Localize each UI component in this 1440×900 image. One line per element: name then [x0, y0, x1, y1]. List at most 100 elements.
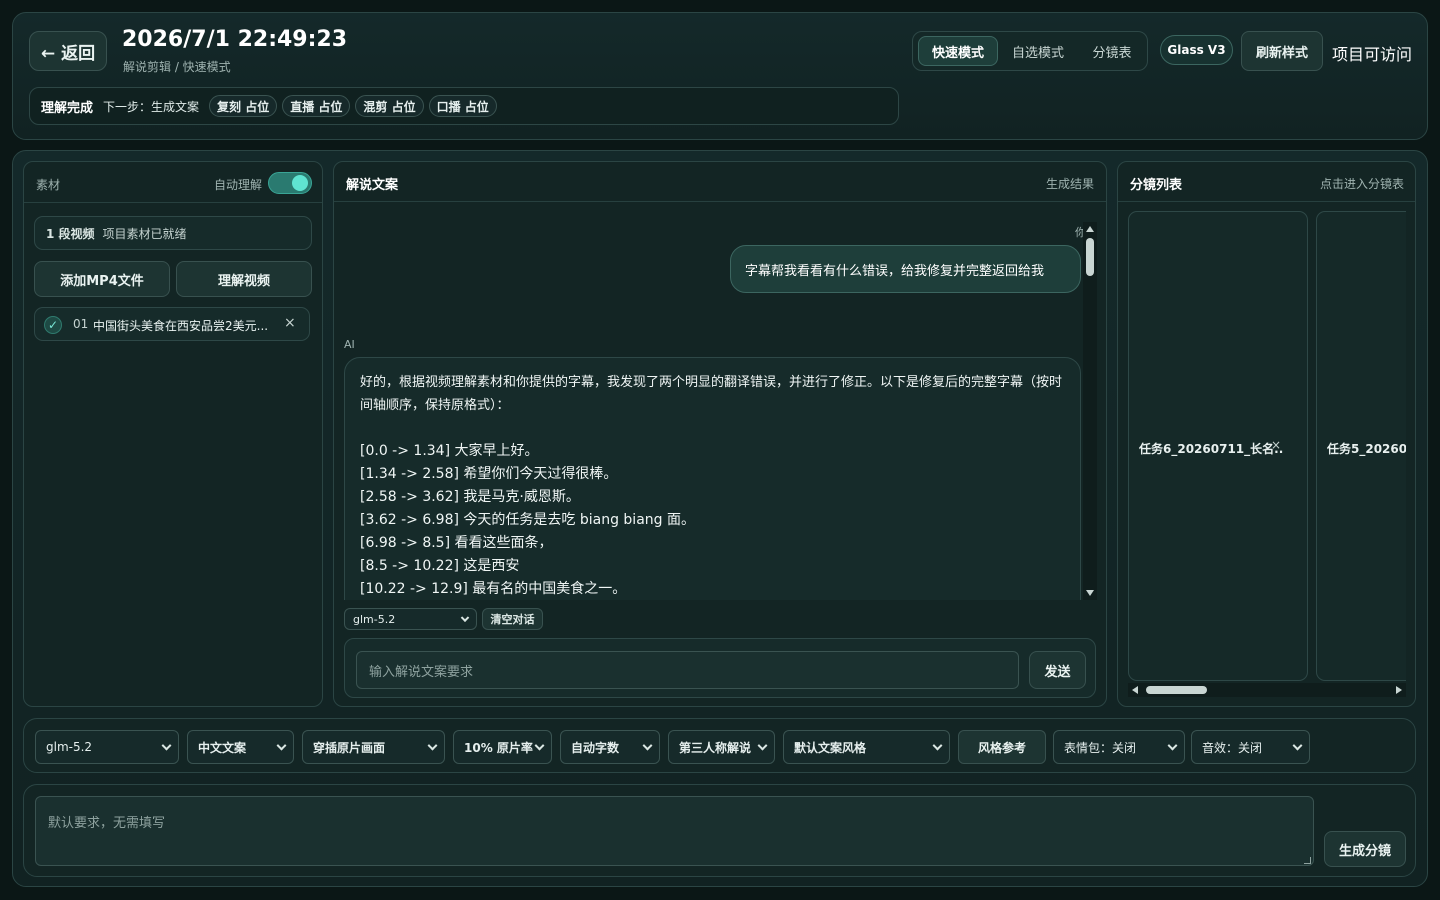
sfx-select[interactable]: 音效：关闭: [1191, 730, 1310, 764]
page-title: 2026/7/1 22:49:23: [122, 27, 348, 52]
storyboard-card-label: 任务5_202607: [1327, 442, 1406, 456]
scroll-thumb[interactable]: [1086, 238, 1094, 276]
auto-understand-toggle[interactable]: [268, 172, 312, 194]
add-mp4-button[interactable]: 添加MP4文件: [34, 261, 170, 297]
divider: [334, 201, 1106, 202]
divider: [24, 202, 322, 203]
chevron-down-icon: [460, 613, 470, 623]
header-panel: ← 返回 2026/7/1 22:49:23 解说剪辑 / 快速模式 快速模式 …: [12, 12, 1428, 140]
scroll-right-icon[interactable]: [1396, 686, 1402, 694]
breadcrumb: 解说剪辑 / 快速模式: [123, 60, 231, 74]
model-select[interactable]: glm-5.2: [35, 730, 179, 764]
emoji-select[interactable]: 表情包：关闭: [1053, 730, 1185, 764]
enter-storyboard-link[interactable]: 点击进入分镜表: [1320, 175, 1404, 192]
chevron-down-icon: [1167, 740, 1178, 751]
footage-select[interactable]: 穿插原片画面: [302, 730, 445, 764]
status-text: 理解完成: [41, 100, 94, 116]
tab-quick-mode[interactable]: 快速模式: [918, 36, 998, 66]
file-item[interactable]: ✓ 01 中国街头美食在西安品尝2美元... ×: [34, 307, 310, 341]
storyboard-card[interactable]: 任务6_20260711_长名.. ×: [1128, 211, 1308, 681]
requirements-panel: 默认要求，无需填写 生成分镜: [23, 784, 1416, 877]
mode-tabs: 快速模式 自选模式 分镜表: [912, 31, 1148, 71]
materials-status: 项目素材已就绪: [102, 226, 187, 241]
generate-storyboard-button[interactable]: 生成分镜: [1324, 831, 1406, 867]
storyboard-card[interactable]: 任务5_202607: [1316, 211, 1406, 681]
scroll-up-icon[interactable]: [1086, 226, 1094, 232]
word-count-select[interactable]: 自动字数: [560, 730, 660, 764]
sfx-value: 音效：关闭: [1202, 740, 1263, 755]
chevron-down-icon: [161, 740, 172, 751]
back-button[interactable]: ← 返回: [29, 31, 107, 71]
ai-message: 好的，根据视频理解素材和你提供的字幕，我发现了两个明显的翻译错误，并进行了修正。…: [344, 357, 1081, 600]
tag-voiceover[interactable]: 口播 占位: [428, 95, 497, 117]
file-name: 中国街头美食在西安品尝2美元...: [93, 319, 269, 333]
scroll-down-icon[interactable]: [1086, 590, 1094, 596]
requirements-textarea[interactable]: 默认要求，无需填写: [35, 796, 1314, 866]
perspective-value: 第三人称解说: [679, 740, 752, 755]
check-icon: ✓: [44, 316, 62, 334]
ai-label: AI: [344, 338, 355, 351]
perspective-select[interactable]: 第三人称解说: [668, 730, 775, 764]
theme-badge[interactable]: Glass V3: [1160, 35, 1233, 65]
word-count-value: 自动字数: [571, 740, 620, 755]
ratio-value: 10% 原片率: [464, 740, 533, 755]
chat-area: 你 字幕帮我看看有什么错误，给我修复并完整返回给我 AI 好的，根据视频理解素材…: [334, 220, 1096, 600]
transcript-line: [10.22 -> 12.9] 最有名的中国美食之一。: [360, 581, 627, 597]
toggle-knob: [292, 175, 308, 191]
tag-live[interactable]: 直播 占位: [282, 95, 351, 117]
chevron-down-icon: [427, 740, 438, 751]
language-value: 中文文案: [198, 740, 247, 755]
materials-count: 1 段视频: [46, 226, 95, 241]
resize-handle-icon[interactable]: [1304, 857, 1311, 864]
style-select[interactable]: 默认文案风格: [783, 730, 950, 764]
tab-custom-mode[interactable]: 自选模式: [1005, 36, 1071, 66]
generate-result-link[interactable]: 生成结果: [1046, 175, 1094, 192]
script-title: 解说文案: [346, 178, 399, 193]
chat-input[interactable]: 输入解说文案要求: [356, 651, 1019, 689]
emoji-value: 表情包：关闭: [1064, 740, 1137, 755]
chat-model-value: glm-5.2: [353, 612, 396, 626]
chat-input-row: 输入解说文案要求 发送: [344, 638, 1096, 698]
storyboard-cards: 任务6_20260711_长名.. × 任务5_202607: [1128, 211, 1406, 681]
ai-intro: 好的，根据视频理解素材和你提供的字幕，我发现了两个明显的翻译错误，并进行了修正。…: [360, 375, 1063, 413]
file-index: 01: [73, 317, 89, 331]
storyboard-panel: 分镜列表 点击进入分镜表 任务6_20260711_长名.. × 任务5_202…: [1117, 161, 1416, 707]
script-panel: 解说文案 生成结果 你 字幕帮我看看有什么错误，给我修复并完整返回给我 AI 好…: [333, 161, 1107, 707]
chevron-down-icon: [642, 740, 653, 751]
transcript-line: [1.34 -> 2.58] 希望你们今天过得很棒。: [360, 466, 618, 482]
chat-scrollbar[interactable]: [1083, 222, 1097, 600]
status-bar: 理解完成 下一步：生成文案 复刻 占位 直播 占位 混剪 占位 口播 占位: [29, 87, 899, 125]
chevron-down-icon: [932, 740, 943, 751]
scroll-left-icon[interactable]: [1132, 686, 1138, 694]
materials-panel: 素材 自动理解 1 段视频 项目素材已就绪 添加MP4文件 理解视频 ✓ 01 …: [23, 161, 323, 707]
auto-understand-label: 自动理解: [214, 178, 263, 192]
tab-storyboard[interactable]: 分镜表: [1079, 36, 1145, 66]
language-select[interactable]: 中文文案: [187, 730, 294, 764]
chevron-down-icon: [757, 740, 768, 751]
transcript-line: [0.0 -> 1.34] 大家早上好。: [360, 443, 539, 459]
transcript-line: [2.58 -> 3.62] 我是马克·威恩斯。: [360, 489, 580, 505]
materials-summary: 1 段视频 项目素材已就绪: [34, 216, 312, 250]
style-reference-button[interactable]: 风格参考: [958, 730, 1046, 764]
close-icon[interactable]: ×: [1271, 438, 1281, 452]
clear-chat-button[interactable]: 清空对话: [482, 608, 543, 630]
user-message: 字幕帮我看看有什么错误，给我修复并完整返回给我: [730, 245, 1081, 293]
send-button[interactable]: 发送: [1029, 651, 1086, 689]
understand-video-button[interactable]: 理解视频: [176, 261, 312, 297]
next-step-text: 下一步：生成文案: [103, 99, 200, 114]
scroll-thumb[interactable]: [1146, 686, 1207, 694]
remove-file-icon[interactable]: ×: [284, 315, 296, 331]
transcript-line: [6.98 -> 8.5] 看看这些面条，: [360, 535, 553, 551]
transcript-line: [3.62 -> 6.98] 今天的任务是去吃 biang biang 面。: [360, 512, 695, 528]
chevron-down-icon: [276, 740, 287, 751]
storyboard-scrollbar[interactable]: [1128, 683, 1406, 697]
options-bar: glm-5.2 中文文案 穿插原片画面 10% 原片率 自动字数 第三人称解说 …: [23, 718, 1416, 773]
divider: [1118, 201, 1415, 202]
chat-model-select[interactable]: glm-5.2: [344, 608, 477, 630]
chevron-down-icon: [1292, 740, 1303, 751]
access-status: 项目可访问: [1332, 45, 1413, 64]
tag-mix[interactable]: 混剪 占位: [355, 95, 424, 117]
ratio-select[interactable]: 10% 原片率: [453, 730, 552, 764]
refresh-style-button[interactable]: 刷新样式: [1241, 31, 1323, 71]
tag-replicate[interactable]: 复刻 占位: [209, 95, 278, 117]
